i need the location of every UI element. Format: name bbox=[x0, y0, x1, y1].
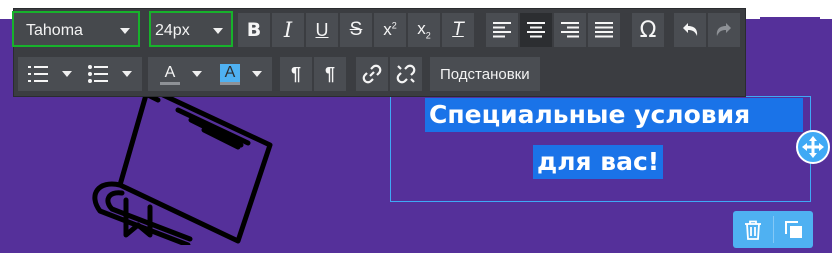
align-left-icon bbox=[493, 22, 511, 38]
superscript-icon: x2 bbox=[383, 20, 397, 39]
chevron-down-icon bbox=[120, 28, 130, 34]
insert-link-button[interactable] bbox=[356, 57, 388, 91]
ordered-list-button[interactable] bbox=[22, 57, 76, 91]
font-family-value: Tahoma bbox=[26, 22, 83, 39]
clear-format-icon: T bbox=[452, 19, 464, 40]
align-justify-icon bbox=[595, 22, 613, 38]
underline-icon: U bbox=[315, 19, 329, 40]
font-size-value: 24px bbox=[155, 22, 190, 39]
special-char-button[interactable]: Ω bbox=[632, 13, 664, 47]
substitutions-button[interactable]: Подстановки bbox=[430, 57, 540, 91]
chevron-down-icon bbox=[192, 71, 202, 77]
align-center-icon bbox=[527, 22, 545, 38]
subscript-button[interactable]: x2 bbox=[408, 13, 440, 47]
duplicate-icon bbox=[785, 220, 802, 238]
italic-icon: I bbox=[283, 18, 293, 42]
unlink-icon bbox=[396, 64, 416, 84]
book-icon bbox=[92, 85, 273, 245]
text-color-icon: A bbox=[160, 64, 180, 85]
selected-text-line-2[interactable]: для вас! bbox=[533, 145, 664, 179]
chevron-down-icon bbox=[213, 28, 223, 34]
selected-text-line-1[interactable]: Специальные условия bbox=[425, 98, 803, 132]
trash-icon bbox=[745, 220, 761, 240]
strikethrough-button[interactable]: S bbox=[340, 13, 372, 47]
subscript-icon: x2 bbox=[417, 19, 431, 41]
duplicate-button[interactable] bbox=[774, 211, 814, 248]
redo-icon bbox=[716, 23, 731, 36]
align-right-icon bbox=[561, 22, 579, 38]
align-center-button[interactable] bbox=[520, 13, 552, 47]
align-right-button[interactable] bbox=[554, 13, 586, 47]
text-format-toolbar: Tahoma 24px B I U S x2 x2 T Ω A A ¶ ¶ По… bbox=[12, 8, 746, 97]
omega-icon: Ω bbox=[639, 17, 657, 43]
clear-format-button[interactable]: T bbox=[442, 13, 474, 47]
ltr-button[interactable]: ¶ bbox=[280, 57, 312, 91]
unlink-button[interactable] bbox=[390, 57, 422, 91]
ltr-paragraph-icon: ¶ bbox=[290, 63, 301, 84]
move-icon bbox=[802, 136, 824, 158]
chevron-down-icon bbox=[122, 71, 132, 77]
delete-button[interactable] bbox=[733, 211, 773, 248]
block-actions bbox=[733, 211, 813, 248]
chevron-down-icon bbox=[252, 71, 262, 77]
undo-icon bbox=[683, 23, 698, 36]
rtl-button[interactable]: ¶ bbox=[314, 57, 346, 91]
bg-color-button[interactable]: A bbox=[214, 57, 272, 91]
undo-button[interactable] bbox=[674, 13, 706, 47]
font-size-select[interactable]: 24px bbox=[149, 11, 233, 47]
bold-button[interactable]: B bbox=[238, 13, 270, 47]
chevron-down-icon bbox=[62, 71, 72, 77]
unordered-list-icon bbox=[88, 65, 108, 83]
align-justify-button[interactable] bbox=[588, 13, 620, 47]
rtl-paragraph-icon: ¶ bbox=[324, 63, 335, 84]
italic-button[interactable]: I bbox=[272, 13, 304, 47]
superscript-button[interactable]: x2 bbox=[374, 13, 406, 47]
text-color-button[interactable]: A bbox=[154, 57, 212, 91]
ordered-list-icon bbox=[28, 66, 48, 82]
redo-button[interactable] bbox=[708, 13, 740, 47]
move-handle[interactable] bbox=[796, 130, 830, 164]
align-left-button[interactable] bbox=[486, 13, 518, 47]
bold-icon: B bbox=[246, 19, 262, 41]
link-icon bbox=[362, 64, 382, 84]
unordered-list-button[interactable] bbox=[82, 57, 140, 91]
bg-color-icon: A bbox=[220, 63, 240, 85]
strikethrough-icon: S bbox=[349, 19, 363, 40]
font-family-select[interactable]: Tahoma bbox=[12, 11, 140, 47]
underline-button[interactable]: U bbox=[306, 13, 338, 47]
